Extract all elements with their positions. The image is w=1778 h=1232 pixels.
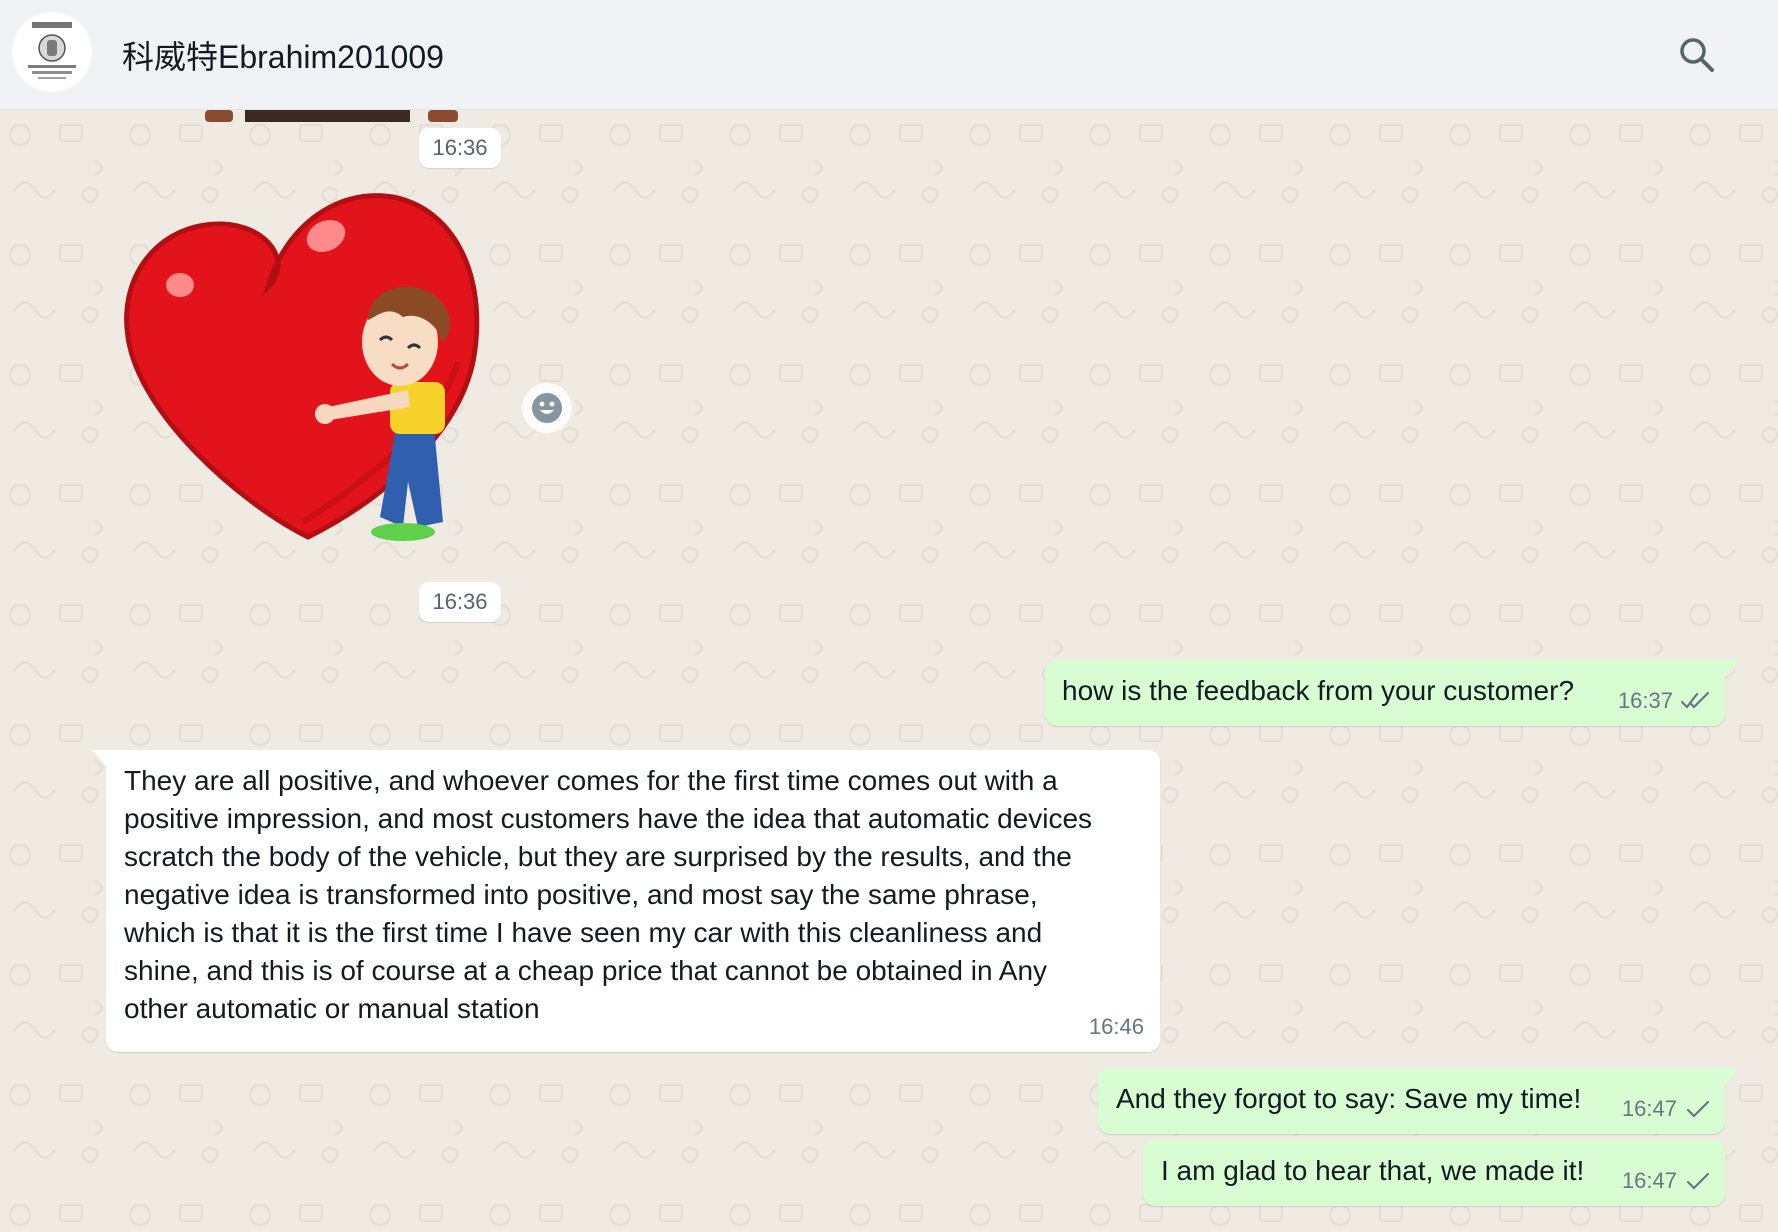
contact-logo-image: [12, 12, 92, 92]
message-line: shine, and this is of course at a cheap …: [124, 955, 1048, 986]
message-time: 16:37: [1617, 688, 1673, 713]
message-time: 16:36: [419, 128, 501, 168]
outgoing-message[interactable]: And they forgot to say: Save my time! 16…: [1098, 1068, 1739, 1134]
message-meta: 16:46: [1089, 1008, 1144, 1046]
single-check-icon: [1686, 1100, 1710, 1118]
incoming-message[interactable]: They are all positive, and whoever comes…: [92, 750, 1160, 1052]
message-text: They are all positive, and whoever comes…: [124, 762, 1092, 1028]
chat-header: 科威特Ebrahim201009: [0, 0, 1778, 110]
message-meta: 16:37: [1618, 682, 1711, 720]
chat-title[interactable]: 科威特Ebrahim201009: [122, 32, 444, 78]
search-icon: [1680, 38, 1714, 72]
message-line: which is that it is the first time I hav…: [124, 917, 1043, 948]
add-reaction-button[interactable]: [522, 383, 572, 433]
search-button[interactable]: [1672, 30, 1722, 80]
message-text: how is the feedback from your customer?: [1062, 675, 1575, 706]
message-line: scratch the body of the vehicle, but the…: [124, 841, 1072, 872]
single-check-icon: [1686, 1172, 1710, 1190]
double-check-icon: [1681, 691, 1710, 709]
message-line: other automatic or manual station: [124, 993, 540, 1024]
outgoing-message[interactable]: I am glad to hear that, we made it! 16:4…: [1143, 1140, 1725, 1206]
message-meta: 16:47: [1622, 1090, 1711, 1128]
message-time: 16:46: [1088, 1014, 1144, 1039]
message-line: They are all positive, and whoever comes…: [124, 765, 1058, 796]
message-line: positive impression, and most customers …: [124, 803, 1093, 834]
message-line: negative idea is transformed into positi…: [124, 879, 1038, 910]
message-text: I am glad to hear that, we made it!: [1161, 1155, 1585, 1186]
message-meta: 16:47: [1622, 1162, 1711, 1200]
contact-avatar[interactable]: [12, 12, 92, 92]
message-text: And they forgot to say: Save my time!: [1116, 1083, 1582, 1114]
outgoing-message[interactable]: how is the feedback from your customer? …: [1045, 660, 1739, 726]
heart-hug-sticker[interactable]: [118, 192, 508, 577]
message-time: 16:36: [419, 582, 501, 622]
image-message-cropped[interactable]: [200, 110, 465, 124]
emoji-icon: [532, 393, 562, 423]
message-time: 16:47: [1621, 1096, 1677, 1121]
chat-messages-pane[interactable]: 16:36 16:36 how is the feedback from you…: [0, 110, 1778, 1232]
message-time: 16:47: [1621, 1168, 1677, 1193]
